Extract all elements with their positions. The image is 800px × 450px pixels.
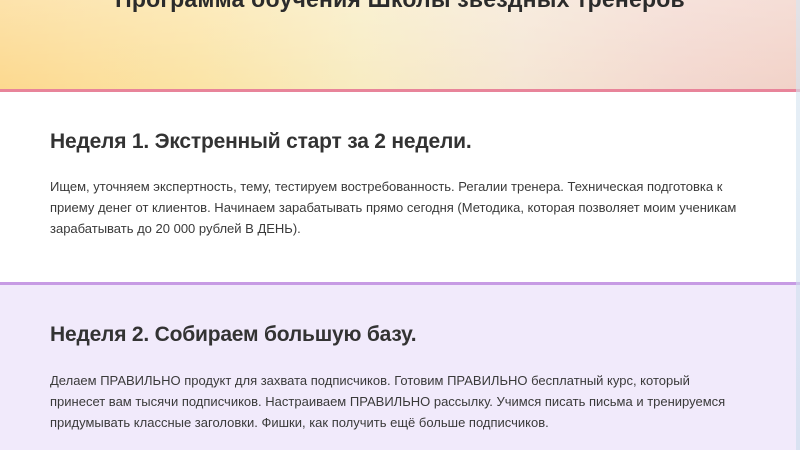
program-title: Программа обучения Школы звёздных тренер… (0, 0, 800, 13)
week-1-text-line: зарабатывать до 20 000 рублей В ДЕНЬ). (50, 221, 301, 236)
week-2-text-line: придумывать классные заголовки. Фишки, к… (50, 415, 549, 430)
week-2-text-line: принесет вам тысячи подписчиков. Настраи… (50, 394, 726, 409)
week-1-text-line: приему денег от клиентов. Начинаем зараб… (50, 200, 737, 215)
week-2-text-line: Делаем ПРАВИЛЬНО продукт для захвата под… (50, 373, 690, 388)
week-2-heading: Неделя 2. Собираем большую базу. (50, 323, 417, 346)
page-edge-shadow (796, 0, 800, 450)
week-2-section: Неделя 2. Собираем большую базу. Делаем … (0, 285, 800, 450)
week-1-text-line: Ищем, уточняем экспертность, тему, тести… (50, 179, 723, 194)
week-1-section: Неделя 1. Экстренный старт за 2 недели. … (0, 92, 800, 282)
week-1-heading: Неделя 1. Экстренный старт за 2 недели. (50, 130, 472, 153)
week-1-description: Ищем, уточняем экспертность, тему, тести… (50, 176, 770, 239)
week-2-description: Делаем ПРАВИЛЬНО продукт для захвата под… (50, 370, 770, 433)
program-page: Программа обучения Школы звёздных тренер… (0, 0, 800, 450)
program-banner: Программа обучения Школы звёздных тренер… (0, 0, 800, 89)
